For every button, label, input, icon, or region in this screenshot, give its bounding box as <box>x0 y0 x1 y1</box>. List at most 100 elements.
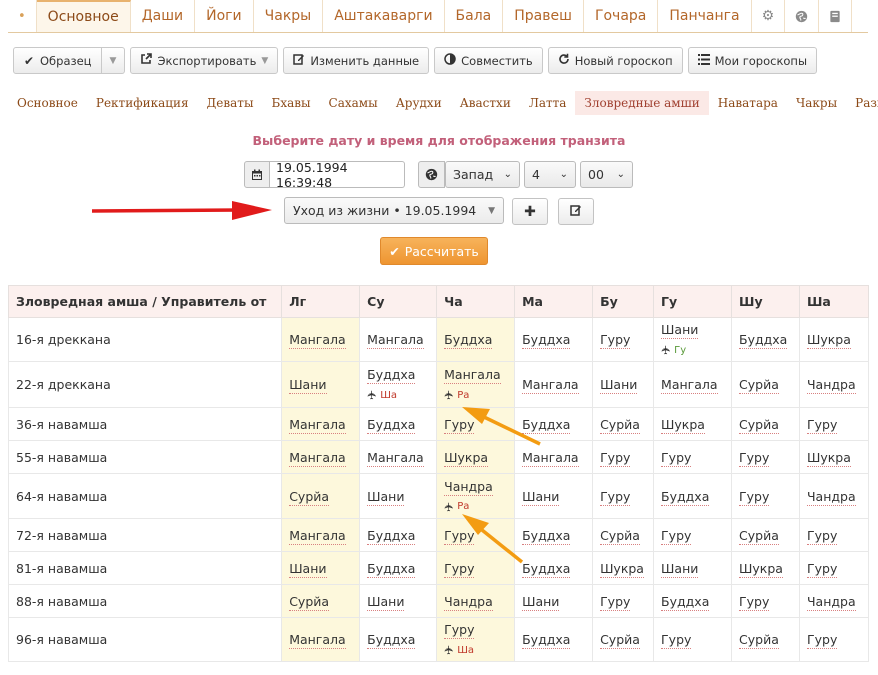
top-tab-gochara[interactable]: Гочара <box>583 0 659 32</box>
date-time-input[interactable]: 19.05.1994 16:39:48 <box>270 160 405 190</box>
edit-data-button[interactable]: Изменить данные <box>283 47 430 74</box>
export-button[interactable]: Экспортировать ▼ <box>130 47 279 74</box>
calculate-button[interactable]: ✔ Рассчитать <box>380 237 488 265</box>
planet-link[interactable]: Сурйа <box>289 593 330 611</box>
planet-link[interactable]: Сурйа <box>739 632 779 649</box>
planet-link[interactable]: Буддха <box>661 593 710 611</box>
planet-link[interactable]: Гуру <box>444 622 475 639</box>
planet-link[interactable]: Гуру <box>739 593 770 611</box>
sub-tab-latta[interactable]: Латта <box>520 91 576 115</box>
planet-link[interactable]: Сурйа <box>289 488 330 506</box>
planet-link[interactable]: Буддха <box>367 416 416 434</box>
timezone-hours-select[interactable]: 4 ⌄ <box>524 161 576 188</box>
planet-link[interactable]: Гуру <box>600 449 631 467</box>
planet-link[interactable]: Гуру <box>444 527 475 545</box>
planet-link[interactable]: Гуру <box>806 632 838 649</box>
timezone-minutes-select[interactable]: 00 ⌄ <box>580 161 633 188</box>
sub-tab-osnovnoe[interactable]: Основное <box>8 91 87 115</box>
planet-link[interactable]: Шани <box>367 488 405 506</box>
planet-link[interactable]: Буддха <box>367 367 416 384</box>
planet-link[interactable]: Шани <box>367 593 405 611</box>
sub-tab-arudkhi[interactable]: Арудхи <box>387 91 451 115</box>
planet-link[interactable]: Мангала <box>289 632 346 649</box>
globe-icon[interactable] <box>785 0 820 32</box>
my-horoscopes-button[interactable]: Мои гороскопы <box>687 47 818 74</box>
sub-tab-raznoe[interactable]: Разное <box>846 91 878 115</box>
planet-link[interactable]: Мангала <box>444 367 501 384</box>
new-horoscope-button[interactable]: Новый гороскоп <box>547 47 683 74</box>
top-tab-yogi[interactable]: Йоги <box>195 0 254 32</box>
sub-tab-navatara[interactable]: Наватара <box>709 91 787 115</box>
planet-link[interactable]: Мангала <box>661 377 718 394</box>
planet-link[interactable]: Мангала <box>289 416 346 434</box>
sub-tab-rektifikatsiya[interactable]: Ректификация <box>87 91 198 115</box>
planet-link[interactable]: Сурйа <box>600 527 640 545</box>
planet-link[interactable]: Буддха <box>739 332 788 349</box>
planet-link[interactable]: Буддха <box>367 560 416 578</box>
planet-link[interactable]: Сурйа <box>739 416 779 434</box>
planet-link[interactable]: Шани <box>289 377 327 394</box>
sub-tab-avastkhi[interactable]: Авастхи <box>451 91 520 115</box>
planet-link[interactable]: Буддха <box>522 560 571 578</box>
planet-link[interactable]: Мангала <box>367 332 424 349</box>
planet-link[interactable]: Мангала <box>522 377 579 394</box>
event-select[interactable]: Уход из жизни • 19.05.1994 ▼ <box>284 197 504 224</box>
timezone-direction-select[interactable]: Запад ⌄ <box>445 161 520 188</box>
planet-link[interactable]: Гуру <box>661 632 692 649</box>
planet-link[interactable]: Шани <box>661 322 699 339</box>
planet-link[interactable]: Мангала <box>289 449 346 467</box>
sub-tab-bkhavy[interactable]: Бхавы <box>263 91 320 115</box>
planet-link[interactable]: Гуру <box>600 488 631 506</box>
planet-link[interactable]: Буддха <box>367 527 416 545</box>
planet-link[interactable]: Гуру <box>739 449 770 467</box>
planet-link[interactable]: Шукра <box>444 449 489 467</box>
planet-link[interactable]: Шукра <box>600 560 644 578</box>
planet-link[interactable]: Шукра <box>806 449 851 467</box>
planet-link[interactable]: Шани <box>522 593 560 611</box>
planet-link[interactable]: Шукра <box>806 332 851 349</box>
planet-link[interactable]: Шани <box>661 560 699 578</box>
planet-link[interactable]: Гуру <box>444 560 475 578</box>
planet-link[interactable]: Мангала <box>522 449 579 467</box>
planet-link[interactable]: Буддха <box>367 632 416 649</box>
sub-tab-zlovrednye-amshi[interactable]: Зловредные амши <box>575 91 709 115</box>
planet-link[interactable]: Гуру <box>739 488 770 506</box>
gear-icon[interactable]: ⚙ <box>751 0 786 32</box>
planet-link[interactable]: Буддха <box>522 332 571 349</box>
planet-link[interactable]: Гуру <box>600 593 631 611</box>
planet-link[interactable]: Шукра <box>739 560 783 578</box>
planet-link[interactable]: Буддха <box>522 527 571 545</box>
planet-link[interactable]: Мангала <box>289 332 346 349</box>
planet-link[interactable]: Шукра <box>661 416 705 434</box>
add-event-button[interactable]: ✚ <box>512 198 548 225</box>
top-tab-dashi[interactable]: Даши <box>130 0 196 32</box>
planet-link[interactable]: Мангала <box>289 527 346 545</box>
top-tab-chakry[interactable]: Чакры <box>253 0 324 32</box>
combine-button[interactable]: Совместить <box>434 47 543 74</box>
book-icon[interactable] <box>819 0 853 32</box>
sample-button[interactable]: ✔ Образец <box>13 47 102 74</box>
planet-link[interactable]: Гуру <box>444 416 475 434</box>
top-tab-bala[interactable]: Бала <box>444 0 504 32</box>
planet-link[interactable]: Гуру <box>661 449 692 467</box>
top-tab-panchanga[interactable]: Панчанга <box>658 0 752 32</box>
sample-dropdown-button[interactable]: ▼ <box>101 47 126 74</box>
planet-link[interactable]: Чандра <box>444 593 493 611</box>
edit-event-button[interactable] <box>558 198 594 225</box>
calendar-icon[interactable] <box>244 161 270 188</box>
sub-tab-chakry[interactable]: Чакры <box>787 91 846 115</box>
planet-link[interactable]: Буддха <box>522 416 571 434</box>
planet-link[interactable]: Гуру <box>806 527 838 545</box>
planet-link[interactable]: Буддха <box>661 488 710 506</box>
planet-link[interactable]: Чандра <box>444 478 493 496</box>
top-tab-ashtakavargi[interactable]: Аштакаварги <box>323 0 445 32</box>
planet-link[interactable]: Чандра <box>806 488 856 506</box>
planet-link[interactable]: Мангала <box>367 449 424 467</box>
planet-link[interactable]: Сурйа <box>739 527 779 545</box>
planet-link[interactable]: Гуру <box>806 560 838 578</box>
planet-link[interactable]: Гуру <box>600 332 631 349</box>
planet-link[interactable]: Сурйа <box>739 377 779 394</box>
sub-tab-sakhamy[interactable]: Сахамы <box>320 91 387 115</box>
top-tab-osnovnoe[interactable]: Основное <box>36 0 131 32</box>
planet-link[interactable]: Сурйа <box>600 416 640 434</box>
